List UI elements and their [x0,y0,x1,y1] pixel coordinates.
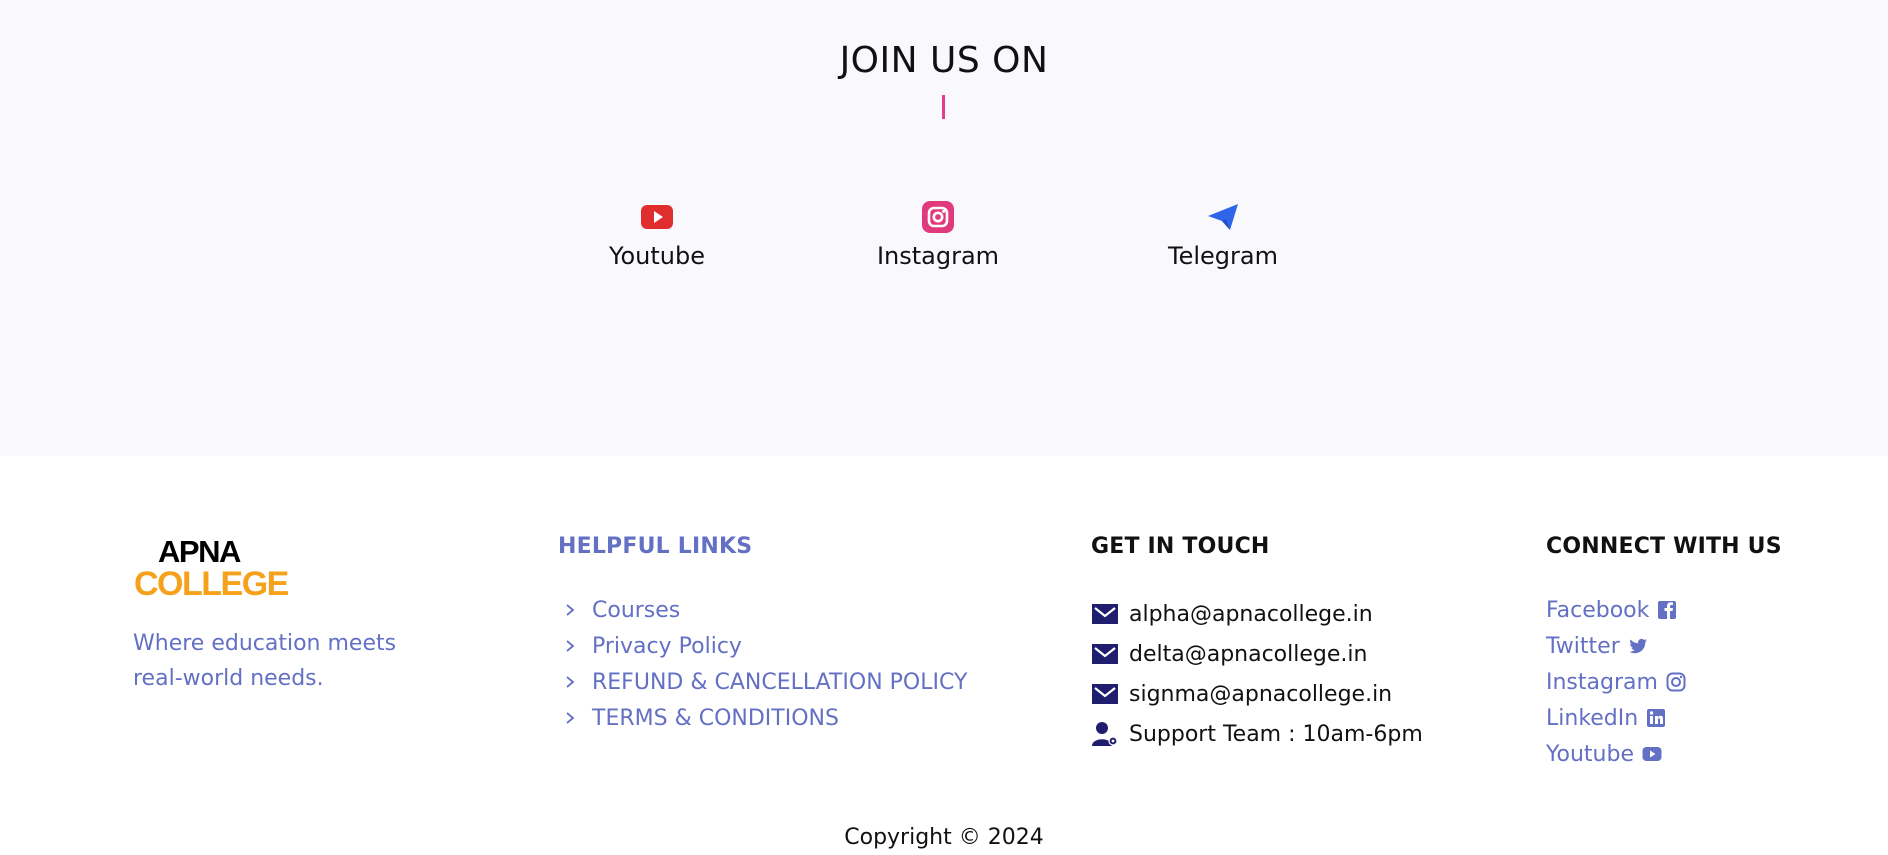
helpful-links-title: HELPFUL LINKS [558,534,753,559]
telegram-icon [1208,204,1238,230]
contact-email-delta[interactable]: delta@apnacollege.in [1091,634,1423,674]
chevron-right-icon [566,640,575,652]
join-instagram-link[interactable]: Instagram [848,200,1028,270]
youtube-icon [641,205,673,229]
helpful-link-privacy[interactable]: Privacy Policy [558,628,967,664]
linkedin-icon [1647,709,1666,727]
contact-text: signma@apnacollege.in [1129,681,1393,707]
contact-text: delta@apnacollege.in [1129,641,1368,667]
connect-linkedin-link[interactable]: LinkedIn [1546,700,1686,736]
get-in-touch-title: GET IN TOUCH [1091,534,1270,559]
helpful-link-refund[interactable]: REFUND & CANCELLATION POLICY [558,664,967,700]
contact-text: alpha@apnacollege.in [1129,601,1373,627]
connect-instagram-link[interactable]: Instagram [1546,664,1686,700]
logo-line-2: COLLEGE [134,565,289,603]
instagram-icon [922,201,954,233]
twitter-icon [1628,638,1647,654]
connect-label: LinkedIn [1546,705,1639,731]
mail-icon [1092,604,1118,624]
connect-facebook-link[interactable]: Facebook [1546,592,1686,628]
connect-list: Facebook Twitter Instagram LinkedIn Yout… [1546,592,1686,772]
connect-label: Instagram [1546,669,1658,695]
contact-text: Support Team : 10am-6pm [1129,721,1423,747]
chevron-right-icon [566,712,575,724]
instagram-icon [1666,672,1686,692]
join-youtube-link[interactable]: Youtube [567,200,747,270]
title-accent-divider [942,95,945,119]
connect-label: Twitter [1546,633,1620,659]
helpful-link-label: Courses [592,597,681,623]
contact-support-hours: Support Team : 10am-6pm [1091,714,1423,754]
contact-list: alpha@apnacollege.in delta@apnacollege.i… [1091,594,1423,754]
contact-email-signma[interactable]: signma@apnacollege.in [1091,674,1423,714]
helpful-link-courses[interactable]: Courses [558,592,967,628]
join-telegram-link[interactable]: Telegram [1133,200,1313,270]
mail-icon [1092,684,1118,704]
helpful-link-label: Privacy Policy [592,633,742,659]
join-instagram-label: Instagram [876,242,1000,270]
helpful-link-terms[interactable]: TERMS & CONDITIONS [558,700,967,736]
chevron-right-icon [566,604,575,616]
chevron-right-icon [566,676,575,688]
connect-youtube-link[interactable]: Youtube [1546,736,1686,772]
helpful-link-label: REFUND & CANCELLATION POLICY [592,669,968,695]
connect-with-us-title: CONNECT WITH US [1546,534,1782,559]
mail-icon [1092,644,1118,664]
footer-tagline: Where education meets real-world needs. [133,631,397,691]
connect-label: Facebook [1546,597,1650,623]
contact-email-alpha[interactable]: alpha@apnacollege.in [1091,594,1423,634]
join-us-title: JOIN US ON [839,40,1049,81]
join-telegram-label: Telegram [1168,242,1278,270]
support-user-icon [1092,722,1118,746]
copyright-text: Copyright © 2024 [844,825,1044,850]
site-footer: APNA COLLEGE Where education meets real-… [0,456,1888,855]
join-us-section: JOIN US ON Youtube Instagram Telegram [0,0,1888,456]
join-youtube-label: Youtube [609,242,705,270]
apna-college-logo[interactable]: APNA COLLEGE [134,534,289,604]
helpful-links-list: Courses Privacy Policy REFUND & CANCELLA… [558,592,967,736]
helpful-link-label: TERMS & CONDITIONS [592,705,839,731]
connect-label: Youtube [1546,741,1634,767]
youtube-icon [1642,747,1662,761]
connect-twitter-link[interactable]: Twitter [1546,628,1686,664]
facebook-icon [1658,601,1677,619]
